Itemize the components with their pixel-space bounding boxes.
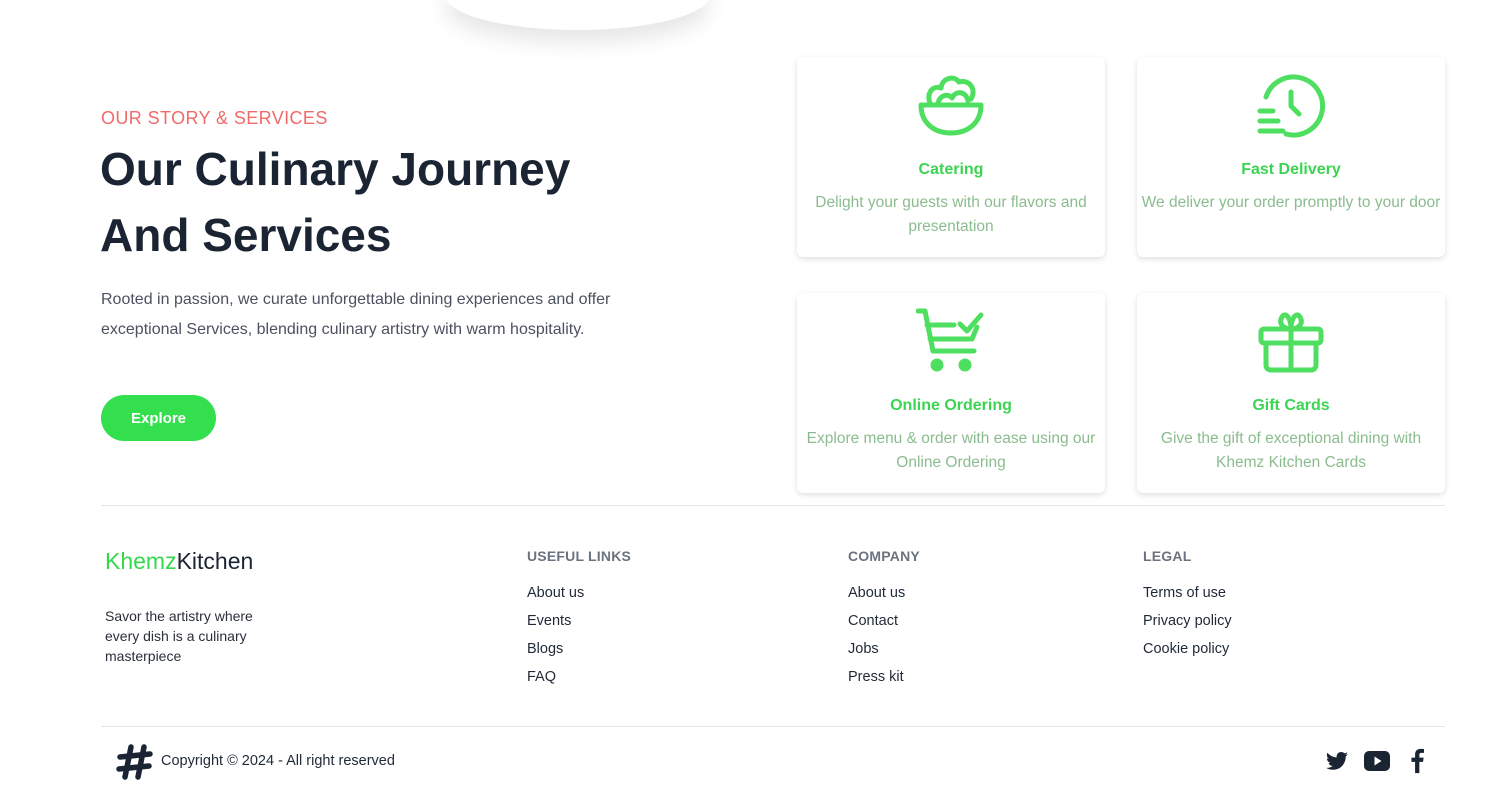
service-description: Delight your guests with our flavors and…: [815, 194, 1087, 235]
service-title: Fast Delivery: [1241, 161, 1341, 178]
service-description: Give the gift of exceptional dining with…: [1160, 430, 1422, 471]
footer-link-privacy[interactable]: Privacy policy: [1143, 612, 1232, 640]
brand-name-part1: Khemz: [105, 548, 177, 574]
section-divider: [101, 505, 1445, 506]
footer-link-cookie[interactable]: Cookie policy: [1143, 640, 1232, 668]
explore-button[interactable]: Explore: [101, 395, 216, 441]
footer-link-contact[interactable]: Contact: [848, 612, 920, 640]
section-description: Rooted in passion, we curate unforgettab…: [101, 291, 611, 338]
service-description: Explore menu & order with ease using our…: [806, 430, 1096, 471]
twitter-icon[interactable]: [1324, 748, 1350, 774]
service-title: Catering: [918, 161, 984, 178]
cart-check-icon: [915, 307, 986, 377]
footer-column-heading: USEFUL LINKS: [527, 548, 632, 564]
footer-useful-links: USEFUL LINKS About us Events Blogs FAQ: [527, 548, 631, 696]
brand-name-part2: Kitchen: [176, 548, 254, 574]
footer-link-press-kit[interactable]: Press kit: [848, 668, 920, 696]
section-title-line-2: And Services: [100, 209, 392, 261]
gift-icon: [1256, 307, 1326, 377]
footer-company-links: COMPANY About us Contact Jobs Press kit: [848, 548, 920, 696]
footer-tagline: Savor the artistry where every dish is a…: [105, 608, 253, 664]
footer-link-about-us[interactable]: About us: [527, 584, 631, 612]
footer-link-blogs[interactable]: Blogs: [527, 640, 631, 668]
service-title: Online Ordering: [890, 397, 1012, 414]
footer-link-events[interactable]: Events: [527, 612, 631, 640]
service-title: Gift Cards: [1252, 397, 1330, 414]
footer-column-heading: LEGAL: [1143, 548, 1192, 564]
salad-bowl-icon: [916, 71, 986, 141]
footer-column-heading: COMPANY: [848, 548, 920, 564]
copyright-text: Copyright © 2024 - All right reserved: [161, 753, 395, 769]
footer-legal-links: LEGAL Terms of use Privacy policy Cookie…: [1143, 548, 1232, 668]
service-card-gift-cards[interactable]: Gift Cards Give the gift of exceptional …: [1137, 293, 1445, 493]
footer-link-jobs[interactable]: Jobs: [848, 640, 920, 668]
clock-delivery-icon: [1256, 71, 1326, 141]
footer-link-about-us[interactable]: About us: [848, 584, 920, 612]
section-title-line-1: Our Culinary Journey: [100, 143, 571, 195]
section-eyebrow: OUR STORY & SERVICES: [101, 108, 328, 128]
facebook-icon[interactable]: [1404, 748, 1430, 774]
decorative-shadow-shape: [445, 0, 710, 30]
service-card-catering[interactable]: Catering Delight your guests with our fl…: [797, 57, 1105, 257]
footer-link-faq[interactable]: FAQ: [527, 668, 631, 696]
footer-link-terms[interactable]: Terms of use: [1143, 584, 1232, 612]
section-title: Our Culinary Journey And Services: [100, 136, 740, 268]
service-card-online-ordering[interactable]: Online Ordering Explore menu & order wit…: [797, 293, 1105, 493]
hashtag-logo-icon: [116, 743, 154, 781]
service-card-fast-delivery[interactable]: Fast Delivery We deliver your order prom…: [1137, 57, 1445, 257]
service-description: We deliver your order promptly to your d…: [1141, 194, 1441, 211]
footer-brand-logo[interactable]: KhemzKitchen: [105, 548, 253, 575]
footer-divider: [101, 726, 1445, 727]
youtube-icon[interactable]: [1364, 748, 1390, 774]
